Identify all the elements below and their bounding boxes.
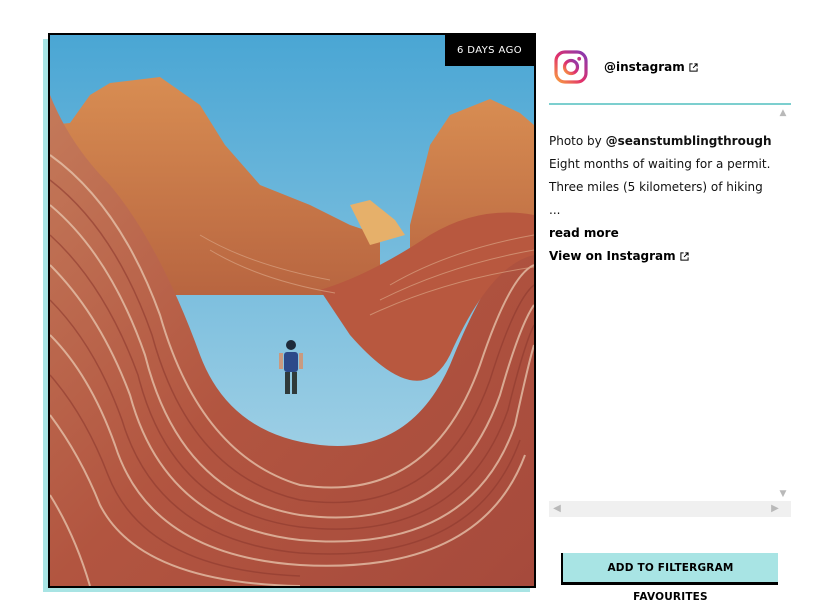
- view-on-instagram-link[interactable]: View on Instagram: [549, 249, 689, 263]
- scroll-up-arrow-icon[interactable]: ▲: [775, 106, 791, 120]
- caption-line-1: Eight months of waiting for a permit.: [549, 157, 771, 171]
- add-to-favourites-button[interactable]: ADD TO FILTERGRAM FAVOURITES: [563, 553, 778, 603]
- post-age-badge: 6 DAYS AGO: [444, 35, 534, 66]
- profile-header: @instagram: [554, 50, 698, 84]
- post-caption: Photo by @seanstumblingthrough Eight mon…: [549, 130, 773, 245]
- caption-author-link[interactable]: @seanstumblingthrough: [606, 134, 772, 148]
- canyon-photo: [50, 35, 534, 586]
- page: 6 DAYS AGO @instagram Photo by @seanstum…: [0, 0, 837, 615]
- scroll-right-arrow-icon[interactable]: ▶: [767, 501, 783, 517]
- caption-line-2: Three miles (5 kilometers) of hiking ...: [549, 180, 763, 217]
- external-link-icon: [680, 251, 689, 261]
- profile-divider: [549, 103, 791, 105]
- caption-scroll-area[interactable]: Photo by @seanstumblingthrough Eight mon…: [549, 106, 791, 517]
- caption-prefix: Photo by: [549, 134, 606, 148]
- horizontal-scrollbar[interactable]: ◀ ▶: [549, 501, 791, 517]
- instagram-logo-icon[interactable]: [554, 50, 588, 84]
- handle-label: @instagram: [604, 60, 685, 74]
- vertical-scrollbar[interactable]: ▲ ▼: [775, 106, 791, 501]
- post-photo[interactable]: 6 DAYS AGO: [48, 33, 536, 588]
- instagram-handle-link[interactable]: @instagram: [604, 60, 698, 74]
- view-on-instagram-label: View on Instagram: [549, 249, 676, 263]
- read-more-link[interactable]: read more: [549, 226, 619, 240]
- scroll-down-arrow-icon[interactable]: ▼: [775, 487, 791, 501]
- scroll-left-arrow-icon[interactable]: ◀: [549, 501, 565, 517]
- external-link-icon: [689, 62, 698, 72]
